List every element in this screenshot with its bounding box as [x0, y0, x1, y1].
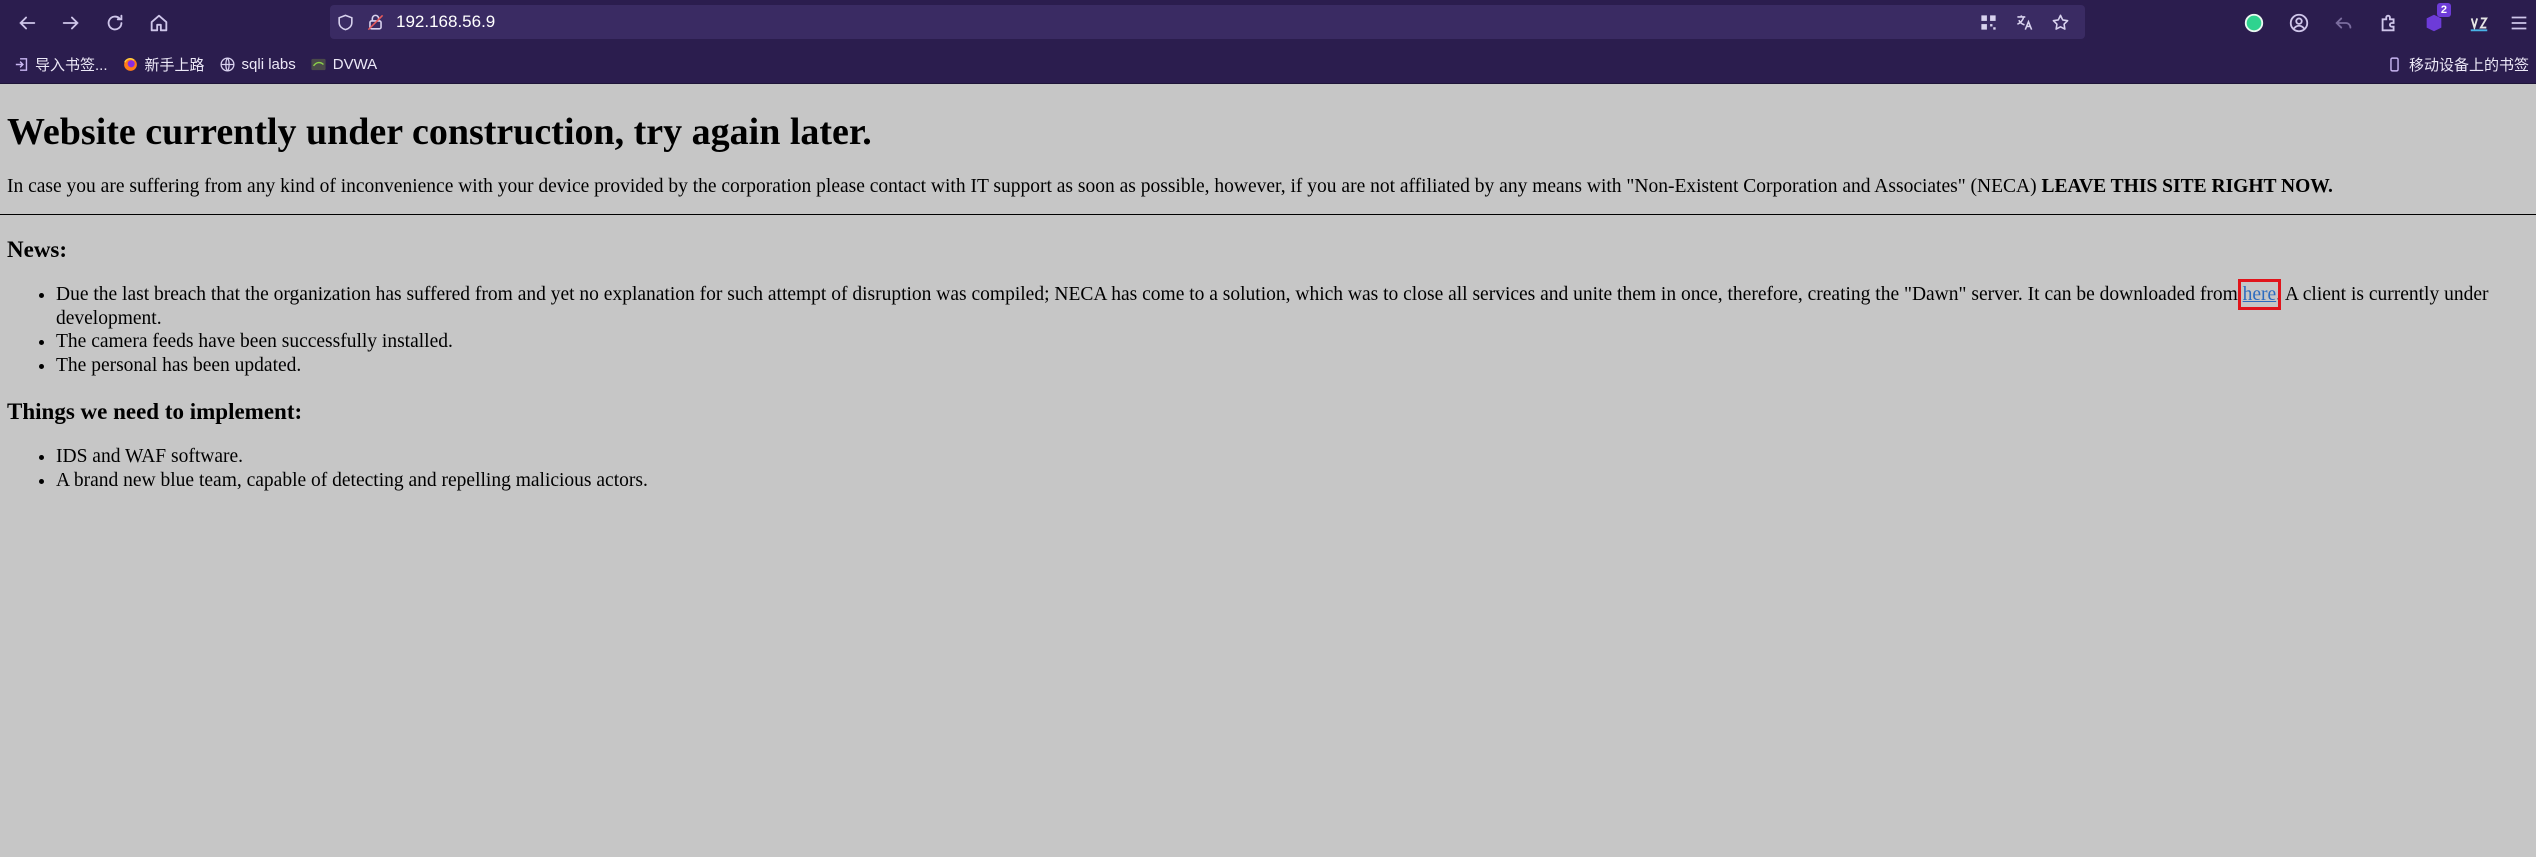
horizontal-rule	[0, 214, 2536, 215]
intro-paragraph: In case you are suffering from any kind …	[7, 176, 2529, 198]
account-icon	[2289, 13, 2308, 32]
mobile-bookmarks-label: 移动设备上的书签	[2408, 56, 2529, 74]
bookmarks-toolbar: 导入书签... 新手上路 sqli labs DVWA 移动设备上的书签	[0, 45, 2536, 84]
bookmark-sqli-labs-label: sqli labs	[241, 55, 296, 73]
news-item: The personal has been updated.	[56, 354, 2529, 378]
reload-icon	[107, 14, 123, 30]
reload-button[interactable]	[98, 6, 132, 40]
page-content: Website currently under construction, tr…	[0, 110, 2536, 492]
hackbar-icon	[2470, 17, 2488, 31]
globe-icon	[219, 55, 237, 73]
translate-icon[interactable]	[2009, 7, 2039, 37]
news-item: Due the last breach that the organizatio…	[56, 279, 2529, 330]
todo-list: IDS and WAF software. A brand new blue t…	[7, 445, 2529, 492]
intro-text: In case you are suffering from any kind …	[7, 176, 2042, 197]
todo-item: A brand new blue team, capable of detect…	[56, 469, 2529, 493]
qr-code-icon[interactable]	[1973, 7, 2003, 37]
browser-toolbar: 192.168.56.9 2	[0, 0, 2536, 45]
badge-extension-button[interactable]: 2	[2411, 0, 2456, 45]
intro-warning: LEAVE THIS SITE RIGHT NOW.	[2041, 176, 2333, 197]
address-bar[interactable]: 192.168.56.9	[330, 5, 2085, 39]
green-dot-icon	[2244, 13, 2263, 32]
bookmark-star-icon[interactable]	[2045, 7, 2075, 37]
news-heading: News:	[7, 237, 68, 262]
insecure-lock-icon[interactable]	[360, 7, 390, 37]
extensions-button[interactable]	[2366, 0, 2411, 45]
news-list: Due the last breach that the organizatio…	[7, 279, 2529, 378]
extension-badge: 2	[2436, 3, 2451, 17]
bookmark-dvwa[interactable]: DVWA	[303, 49, 384, 79]
app-menu-button[interactable]	[2501, 0, 2536, 45]
back-arrow-icon	[19, 16, 36, 29]
undo-button[interactable]	[2321, 0, 2366, 45]
green-status-extension[interactable]	[2231, 0, 2276, 45]
bookmark-getting-started-label: 新手上路	[144, 56, 205, 74]
todo-heading: Things we need to implement:	[7, 399, 303, 424]
back-button[interactable]	[10, 6, 44, 40]
bookmark-sqli-labs[interactable]: sqli labs	[212, 49, 303, 79]
download-here-link[interactable]: here	[2237, 279, 2282, 310]
dvwa-icon	[310, 55, 328, 73]
hackbar-extension-button[interactable]	[2456, 0, 2501, 45]
account-button[interactable]	[2276, 0, 2321, 45]
extensions-area: 2	[2231, 0, 2536, 45]
bookmark-getting-started[interactable]: 新手上路	[115, 49, 212, 79]
news-item: The camera feeds have been successfully …	[56, 330, 2529, 354]
home-button[interactable]	[142, 6, 176, 40]
puzzle-icon	[2381, 14, 2394, 31]
mobile-bookmarks[interactable]: 移动设备上的书签	[2379, 49, 2536, 79]
firefox-icon	[122, 55, 140, 73]
page-title: Website currently under construction, tr…	[7, 111, 872, 153]
bookmark-import-label: 导入书签...	[35, 56, 108, 74]
bookmark-import[interactable]: 导入书签...	[5, 49, 115, 79]
news-item-1-text: Due the last breach that the organizatio…	[56, 284, 2243, 305]
hamburger-menu-icon	[2511, 16, 2526, 29]
todo-item: IDS and WAF software.	[56, 445, 2529, 469]
shield-icon[interactable]	[330, 7, 360, 37]
bookmark-dvwa-label: DVWA	[332, 55, 378, 73]
url-text[interactable]: 192.168.56.9	[396, 12, 495, 32]
undo-icon	[2334, 16, 2351, 28]
mobile-device-icon	[2386, 55, 2404, 73]
import-icon	[12, 55, 30, 73]
home-icon	[150, 14, 168, 31]
forward-arrow-icon	[62, 16, 79, 29]
forward-button[interactable]	[54, 6, 88, 40]
